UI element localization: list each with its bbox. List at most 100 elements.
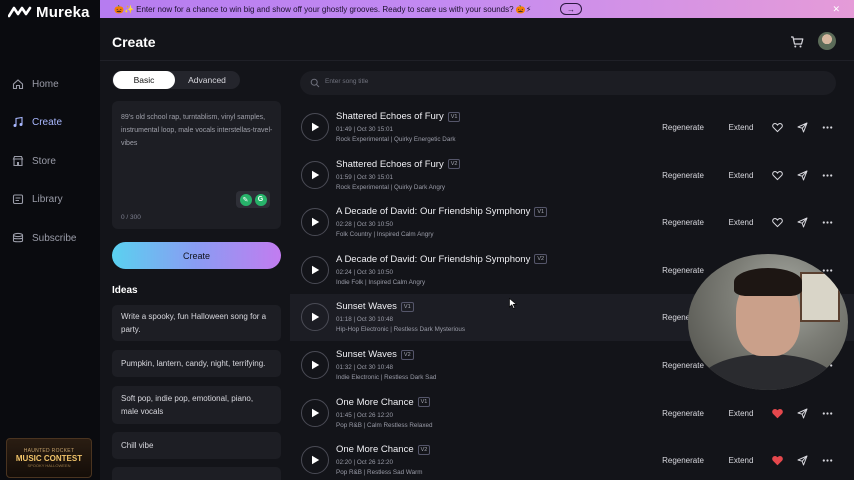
regenerate-button[interactable]: Regenerate: [654, 450, 712, 471]
version-badge: V1: [400, 301, 414, 312]
search-input[interactable]: Enter song title: [300, 71, 836, 95]
idea-card[interactable]: Soft pop, indie pop, emotional, piano, m…: [112, 386, 281, 424]
idea-card[interactable]: Chill vibe: [112, 432, 281, 459]
share-icon[interactable]: [797, 408, 808, 419]
song-meta: 01:49 | Oct 30 15:01 Rock Experimental |…: [336, 125, 456, 145]
library-icon: [12, 194, 24, 205]
share-icon[interactable]: [797, 217, 808, 228]
play-button[interactable]: [301, 303, 329, 332]
play-button[interactable]: [301, 113, 329, 141]
heart-icon[interactable]: [772, 170, 783, 181]
logo-text: Mureka: [36, 3, 90, 21]
share-icon[interactable]: [797, 122, 808, 133]
sidebar-item-subscribe[interactable]: Subscribe: [12, 230, 76, 246]
more-icon[interactable]: [822, 455, 833, 466]
song-duration-date: 01:18 | Oct 30 10:48: [336, 316, 393, 324]
song-meta: 01:45 | Oct 26 12:20 Pop R&B | Calm Rest…: [336, 411, 432, 431]
more-icon[interactable]: [822, 122, 833, 133]
banner-arrow-button[interactable]: →: [560, 3, 582, 15]
song-title: One More Chance: [336, 444, 414, 456]
tab-basic[interactable]: Basic: [113, 71, 175, 89]
sidebar-item-home[interactable]: Home: [12, 76, 59, 92]
play-button[interactable]: [301, 255, 329, 284]
regenerate-button[interactable]: Regenerate: [654, 260, 712, 281]
banner-text: 🎃✨ Enter now for a chance to win big and…: [114, 4, 532, 14]
home-icon: [12, 79, 24, 90]
create-button[interactable]: Create: [112, 242, 281, 269]
play-button[interactable]: [301, 351, 329, 379]
play-button[interactable]: [301, 398, 329, 427]
heart-icon[interactable]: [772, 408, 783, 419]
song-tags: Indie Electronic | Restless Dark Sad: [336, 374, 437, 381]
song-title-line[interactable]: A Decade of David: Our Friendship Sympho…: [336, 206, 548, 217]
song-row[interactable]: Shattered Echoes of Fury V1 01:49 | Oct …: [290, 104, 854, 151]
song-title: A Decade of David: Our Friendship Sympho…: [336, 253, 531, 265]
mureka-logo-icon: [8, 6, 32, 18]
song-title-line[interactable]: One More Chance V1: [336, 397, 431, 408]
idea-card[interactable]: [112, 467, 281, 480]
share-icon[interactable]: [797, 170, 808, 181]
regenerate-button[interactable]: Regenerate: [654, 212, 712, 233]
contest-badge[interactable]: HAUNTED ROCKET MUSIC CONTEST SPOOKY HALL…: [6, 438, 92, 478]
play-button[interactable]: [301, 208, 329, 237]
more-icon[interactable]: [822, 170, 833, 181]
song-meta: 02:20 | Oct 26 12:20 Pop R&B | Restless …: [336, 458, 422, 478]
song-title-line[interactable]: Shattered Echoes of Fury V2: [336, 159, 461, 170]
heart-icon[interactable]: [772, 455, 783, 466]
song-title-line[interactable]: One More Chance V2: [336, 444, 431, 456]
music-note-icon: [13, 116, 23, 127]
mode-tabs: Basic Advanced: [112, 71, 240, 89]
regenerate-button[interactable]: Regenerate: [654, 117, 712, 138]
song-tags: Rock Experimental | Quirky Dark Angry: [336, 183, 446, 191]
promo-banner[interactable]: 🎃✨ Enter now for a chance to win big and…: [100, 0, 854, 18]
sidebar-item-create[interactable]: Create: [12, 114, 62, 130]
avatar[interactable]: [818, 32, 836, 50]
sidebar-item-library[interactable]: Library: [12, 191, 63, 207]
webcam-hair: [734, 268, 802, 296]
idea-card[interactable]: Pumpkin, lantern, candy, night, terrifyi…: [112, 350, 281, 377]
extend-button[interactable]: Extend: [721, 450, 761, 471]
grammarly-icon[interactable]: G: [254, 193, 267, 206]
song-tags: Pop R&B | Calm Restless Relaxed: [336, 421, 433, 429]
sidebar-item-store[interactable]: Store: [12, 153, 56, 169]
regenerate-button[interactable]: Regenerate: [654, 403, 712, 424]
song-row[interactable]: A Decade of David: Our Friendship Sympho…: [290, 199, 854, 246]
extend-button[interactable]: Extend: [721, 212, 761, 233]
song-duration-date: 02:28 | Oct 30 10:50: [336, 221, 393, 229]
logo[interactable]: Mureka: [8, 3, 90, 21]
song-row[interactable]: One More Chance V2 02:20 | Oct 26 12:20 …: [290, 437, 854, 480]
song-title-line[interactable]: Sunset Waves V2: [336, 349, 414, 360]
close-icon[interactable]: ✕: [832, 4, 840, 15]
song-meta: 02:28 | Oct 30 10:50 Folk Country | Insp…: [336, 220, 434, 240]
extend-button[interactable]: Extend: [721, 403, 761, 424]
sidebar-item-label: Store: [32, 155, 56, 167]
search-icon: [310, 78, 320, 88]
prompt-input[interactable]: 89's old school rap, turntablism, vinyl …: [112, 101, 281, 229]
song-duration-date: 02:20 | Oct 26 12:20: [336, 459, 393, 467]
cart-icon[interactable]: [790, 35, 804, 49]
extend-button[interactable]: Extend: [721, 117, 761, 138]
song-duration-date: 02:24 | Oct 30 10:50: [336, 268, 393, 276]
tab-advanced[interactable]: Advanced: [176, 71, 238, 89]
song-row[interactable]: One More Chance V1 01:45 | Oct 26 12:20 …: [290, 390, 854, 437]
share-icon[interactable]: [797, 455, 808, 466]
webcam-overlay: [688, 254, 848, 390]
song-duration-date: 01:45 | Oct 26 12:20: [336, 411, 393, 419]
regenerate-button[interactable]: Regenerate: [654, 165, 712, 186]
song-title: Sunset Waves: [336, 349, 397, 360]
heart-icon[interactable]: [772, 122, 783, 133]
idea-card[interactable]: Write a spooky, fun Halloween song for a…: [112, 305, 281, 341]
extend-button[interactable]: Extend: [721, 165, 761, 186]
song-title-line[interactable]: Sunset Waves V1: [336, 301, 414, 312]
play-icon: [311, 455, 319, 465]
song-title-line[interactable]: A Decade of David: Our Friendship Sympho…: [336, 253, 548, 265]
more-icon[interactable]: [822, 408, 833, 419]
heart-icon[interactable]: [772, 217, 783, 228]
play-button[interactable]: [301, 446, 329, 475]
song-row[interactable]: Shattered Echoes of Fury V2 01:59 | Oct …: [290, 152, 854, 199]
more-icon[interactable]: [822, 217, 833, 228]
contest-badge-title: MUSIC CONTEST: [15, 454, 83, 463]
play-button[interactable]: [301, 160, 329, 189]
lyrics-assist-icon[interactable]: ✎: [239, 193, 252, 206]
song-title-line[interactable]: Shattered Echoes of Fury V1: [336, 111, 461, 122]
